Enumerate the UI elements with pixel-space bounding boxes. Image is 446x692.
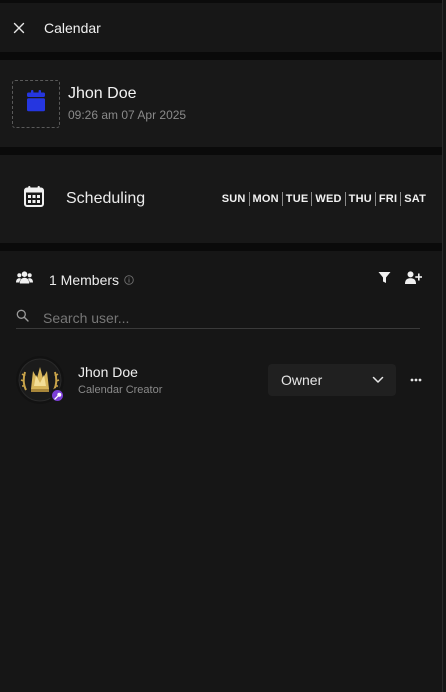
weekday-selector: SUN MON TUE WED THU FRI SAT — [222, 192, 426, 206]
panel-header: Calendar — [0, 0, 442, 52]
add-user-icon[interactable] — [405, 271, 423, 289]
day-tue[interactable]: TUE — [286, 193, 309, 205]
panel-title: Calendar — [44, 19, 101, 36]
filter-icon[interactable] — [378, 271, 391, 289]
role-dropdown[interactable]: Owner — [268, 364, 396, 396]
day-mon[interactable]: MON — [253, 193, 279, 205]
members-header: 1 Members — [16, 251, 426, 307]
search-user-input[interactable] — [43, 309, 403, 326]
scheduling-section: Scheduling SUN MON TUE WED THU FRI SAT — [0, 155, 442, 243]
day-sun[interactable]: SUN — [222, 193, 246, 205]
avatar — [16, 356, 65, 404]
created-timestamp: 09:26 am 07 Apr 2025 — [68, 108, 187, 122]
calendar-owner-card: Jhon Doe 09:26 am 07 Apr 2025 — [0, 60, 442, 147]
calendar-icon-box — [12, 79, 60, 128]
role-value: Owner — [281, 372, 323, 388]
member-name: Jhon Doe — [78, 364, 138, 380]
day-wed[interactable]: WED — [315, 193, 341, 205]
day-separator — [400, 192, 402, 206]
owner-name: Jhon Doe — [68, 85, 137, 102]
member-subtitle: Calendar Creator — [78, 384, 163, 396]
info-icon[interactable] — [124, 275, 134, 285]
divider — [0, 243, 442, 251]
calendar-icon — [26, 90, 46, 117]
member-row: Jhon Doe Calendar Creator Owner — [16, 356, 426, 404]
close-icon[interactable] — [12, 21, 26, 35]
day-separator — [344, 192, 346, 206]
users-icon — [16, 271, 33, 289]
day-sat[interactable]: SAT — [404, 193, 426, 205]
key-badge-icon — [50, 388, 65, 403]
more-options-icon[interactable] — [410, 378, 422, 382]
calendar-grid-icon — [24, 186, 44, 212]
divider — [0, 52, 442, 60]
day-separator — [281, 192, 283, 206]
day-fri[interactable]: FRI — [379, 193, 397, 205]
day-thu[interactable]: THU — [349, 193, 372, 205]
members-section: 1 Members Search user... Jhon Doe Calend… — [0, 251, 442, 404]
day-separator — [248, 192, 250, 206]
divider — [0, 147, 442, 155]
search-bar — [16, 307, 420, 329]
day-separator — [311, 192, 313, 206]
chevron-down-icon — [372, 376, 384, 384]
day-separator — [374, 192, 376, 206]
scheduling-label: Scheduling — [66, 190, 146, 207]
search-icon — [16, 309, 29, 327]
members-count: 1 Members — [49, 272, 120, 288]
calendar-panel: Calendar Jhon Doe 09:26 am 07 Apr 2025 S… — [0, 0, 443, 692]
